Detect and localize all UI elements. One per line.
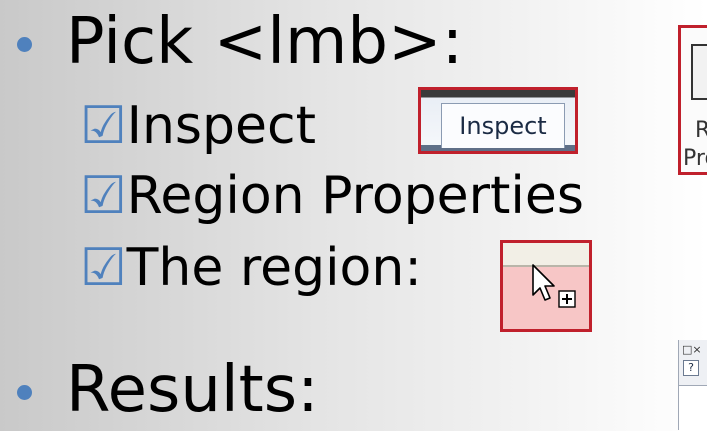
ribbon-label-top: R xyxy=(695,118,707,143)
checkbox-checked-icon: ☑ xyxy=(80,238,127,298)
checkbox-checked-icon: ☑ xyxy=(80,96,127,156)
help-icon[interactable]: ? xyxy=(683,360,699,376)
region-properties-icon xyxy=(691,44,707,100)
heading-pick: Pick <lmb>: xyxy=(66,10,463,74)
checkbox-checked-icon: ☑ xyxy=(80,166,127,226)
ribbon-label-bottom: Pro xyxy=(683,146,707,171)
region-properties-dialog: □× ? xyxy=(678,340,707,431)
inspect-tab-screenshot: Inspect xyxy=(418,87,578,154)
close-icon[interactable]: □× xyxy=(682,343,702,356)
heading-results: Results: xyxy=(66,358,319,422)
region-selection-area[interactable] xyxy=(500,240,592,332)
heading-pick-text: Pick <lmb>: xyxy=(66,5,464,79)
list-item-the-region: ☑The region: xyxy=(80,240,422,296)
bullet-dot xyxy=(17,385,32,400)
region-properties-button[interactable]: R Pro xyxy=(678,25,707,175)
list-item-inspect-label: Inspect xyxy=(126,96,316,156)
list-item-inspect: ☑Inspect xyxy=(80,98,316,154)
heading-results-text: Results: xyxy=(66,353,319,427)
list-item-the-region-label: The region: xyxy=(126,238,422,298)
tab-inspect[interactable]: Inspect xyxy=(441,103,565,148)
list-item-region-properties: ☑Region Properties xyxy=(80,168,584,224)
help-glyph: ? xyxy=(688,361,694,374)
tab-inspect-label: Inspect xyxy=(459,112,547,140)
dialog-pane xyxy=(679,385,707,431)
bullet-dot xyxy=(17,37,32,52)
list-item-region-properties-label: Region Properties xyxy=(126,166,584,226)
pointer-plus-cursor-icon xyxy=(532,264,576,308)
